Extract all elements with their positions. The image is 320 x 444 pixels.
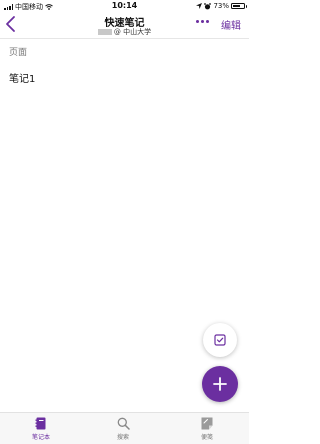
tab-sticky-label: 便笺 <box>200 434 213 441</box>
status-bar: 中国移动 10:14 73% <box>0 0 249 12</box>
more-options-button[interactable] <box>196 20 209 23</box>
notebook-icon <box>35 417 46 430</box>
checklist-button[interactable] <box>203 323 237 357</box>
more-dot <box>201 20 204 23</box>
add-note-button[interactable] <box>202 366 238 402</box>
battery-level <box>233 5 241 7</box>
tab-bar: 笔记本 搜索 便笺 <box>0 412 249 444</box>
nav-divider <box>0 38 249 39</box>
edit-button[interactable]: 编辑 <box>221 17 241 32</box>
search-icon <box>117 417 130 430</box>
battery-percent: 73% <box>213 2 229 10</box>
tab-search[interactable]: 搜索 <box>103 417 143 441</box>
checklist-icon <box>214 334 226 346</box>
alarm-icon <box>204 2 212 9</box>
tab-notebook-label: 笔记本 <box>31 434 50 441</box>
navigation-bar: 快速笔记 @ 中山大学 编辑 <box>0 12 249 38</box>
notebook-location-label: @ 中山大学 <box>113 28 152 36</box>
more-dot <box>206 20 209 23</box>
location-arrow-icon <box>196 3 203 9</box>
tab-sticky-notes[interactable]: 便笺 <box>187 417 227 441</box>
section-label: 页面 <box>9 48 28 58</box>
plus-icon <box>213 377 227 391</box>
battery-icon <box>231 3 247 9</box>
notebook-location: @ 中山大学 <box>0 27 249 37</box>
page-list-item[interactable]: 笔记1 <box>9 70 35 85</box>
sticky-note-icon <box>201 417 213 430</box>
more-dot <box>196 20 199 23</box>
status-right: 73% <box>196 2 247 10</box>
redacted-account <box>97 29 112 35</box>
tab-notebook[interactable]: 笔记本 <box>21 417 61 441</box>
tab-search-label: 搜索 <box>116 434 129 441</box>
